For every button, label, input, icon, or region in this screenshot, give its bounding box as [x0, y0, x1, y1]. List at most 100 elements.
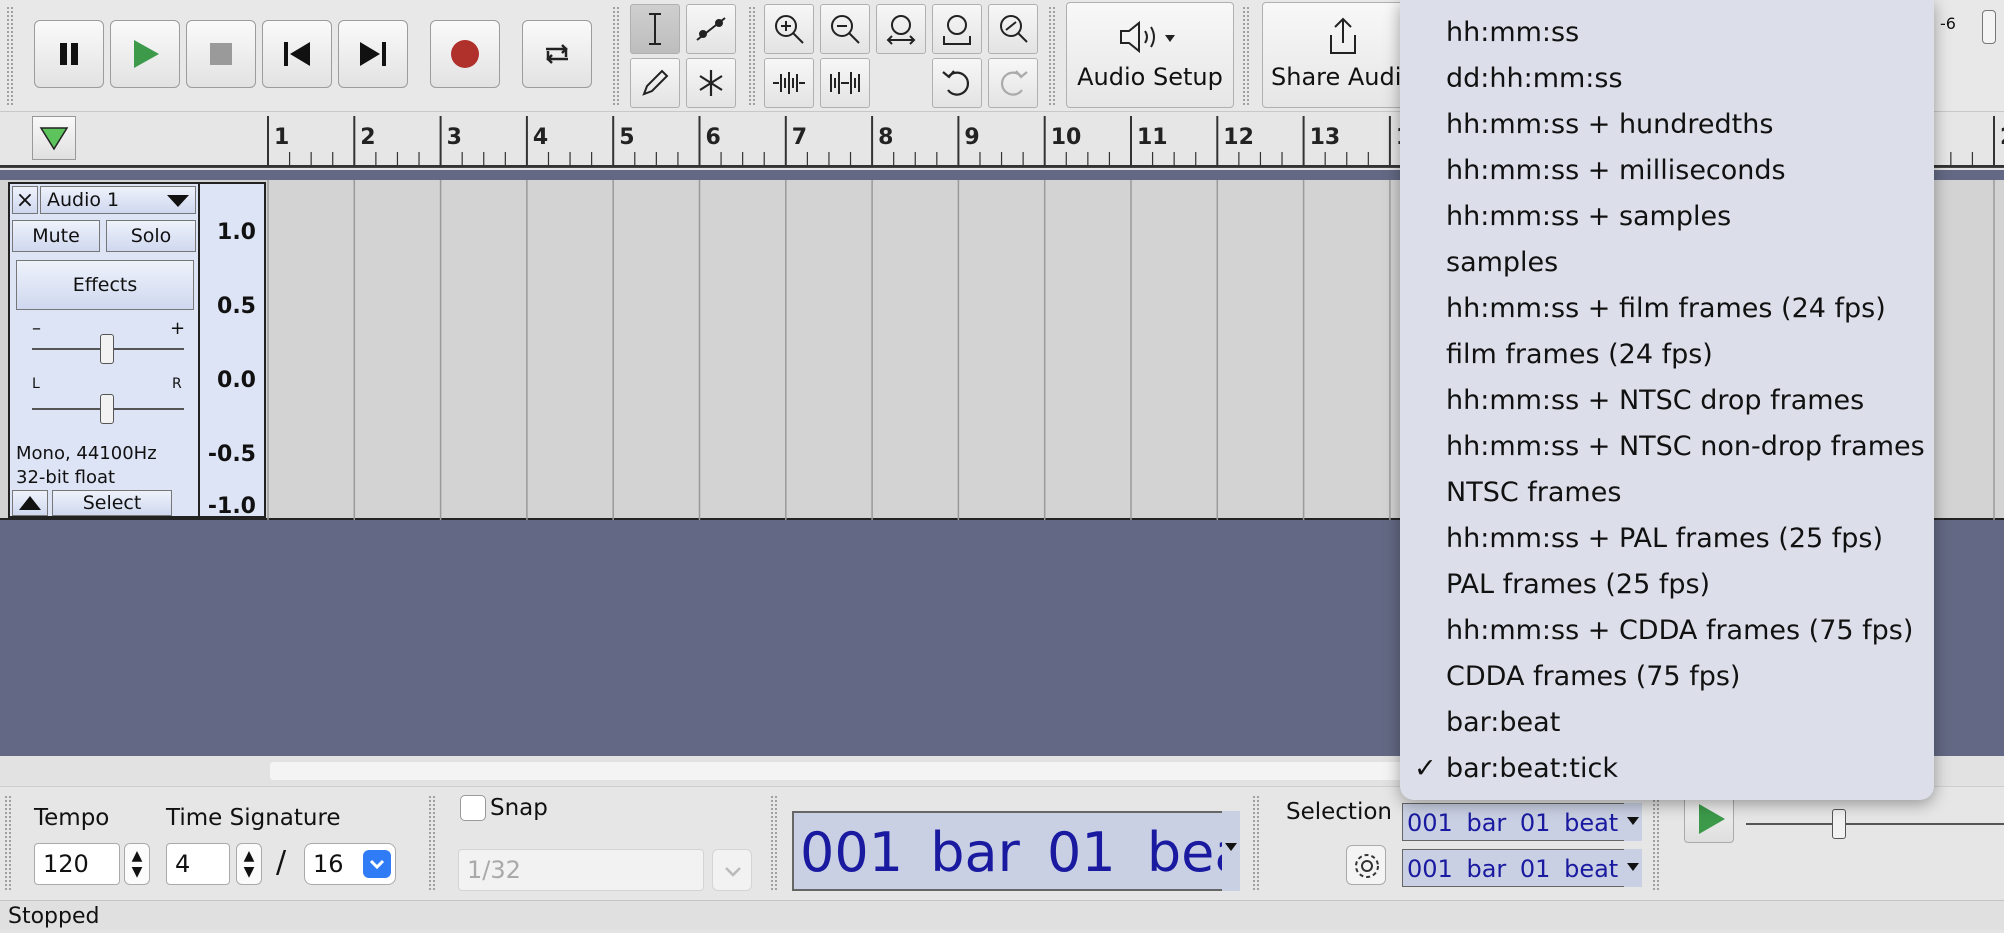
menu-item[interactable]: hh:mm:ss + NTSC non-drop frames: [1400, 424, 1934, 470]
selection-settings-button[interactable]: [1346, 845, 1386, 885]
bottom-toolbar: Tempo 120 ▲ ▼ Time Signature 4 ▲ ▼ / 16 Sn…: [0, 786, 2004, 900]
chevron-down-icon: [1627, 863, 1639, 871]
menu-item[interactable]: ✓ bar:beat:tick: [1400, 746, 1934, 792]
pan-slider-thumb[interactable]: [100, 394, 114, 424]
time-signature-label: Time Signature: [166, 805, 341, 831]
solo-button[interactable]: Solo: [106, 220, 196, 252]
snap-to-select[interactable]: 1/32: [458, 849, 704, 891]
toolbar-grip[interactable]: [428, 795, 436, 892]
loop-button[interactable]: [522, 20, 592, 88]
toolbar-grip[interactable]: [1652, 795, 1660, 892]
selection-end-field[interactable]: 001 bar 01 beat: [1402, 849, 1642, 887]
play-speed-slider-thumb[interactable]: [1832, 809, 1846, 839]
gain-slider-thumb[interactable]: [100, 334, 114, 364]
snap-checkbox[interactable]: [460, 795, 486, 821]
skip-to-start-button[interactable]: [262, 20, 332, 88]
menu-item[interactable]: PAL frames (25 fps): [1400, 562, 1934, 608]
silence-button[interactable]: [820, 58, 870, 108]
sel-start-beat-word: beat: [1564, 809, 1619, 837]
menu-item[interactable]: NTSC frames: [1400, 470, 1934, 516]
toolbar-grip[interactable]: [748, 6, 756, 105]
trim-button[interactable]: [764, 58, 814, 108]
selection-start-field[interactable]: 001 bar 01 beat: [1402, 803, 1642, 841]
menu-item-label: hh:mm:ss + CDDA frames (75 fps): [1446, 615, 1914, 646]
tempo-field[interactable]: 120: [34, 843, 120, 885]
pause-button[interactable]: [34, 20, 104, 88]
toolbar-grip[interactable]: [1048, 6, 1056, 105]
audio-setup-button[interactable]: Audio Setup: [1066, 2, 1234, 108]
redo-button[interactable]: [988, 58, 1038, 108]
menu-item-label: dd:hh:mm:ss: [1446, 63, 1623, 94]
time-beat-number: 01: [1047, 821, 1116, 884]
fit-selection-button[interactable]: [876, 4, 926, 54]
menu-item[interactable]: hh:mm:ss: [1400, 10, 1934, 56]
menu-item[interactable]: hh:mm:ss + milliseconds: [1400, 148, 1934, 194]
collapse-track-button[interactable]: [12, 490, 48, 516]
toolbar-grip[interactable]: [6, 6, 14, 105]
time-signature-upper-field[interactable]: 4: [166, 843, 230, 885]
menu-item[interactable]: dd:hh:mm:ss: [1400, 56, 1934, 102]
track-control-panel: × Audio 1 Mute Solo Effects – + L R Mono…: [8, 182, 200, 518]
fit-project-button[interactable]: [932, 4, 982, 54]
tempo-label: Tempo: [34, 805, 110, 831]
skip-to-end-button[interactable]: [338, 20, 408, 88]
menu-item[interactable]: hh:mm:ss + PAL frames (25 fps): [1400, 516, 1934, 562]
play-at-speed-button[interactable]: [1684, 793, 1734, 843]
selection-end-format-arrow[interactable]: [1624, 849, 1642, 887]
toolbar-grip[interactable]: [770, 795, 778, 892]
menu-item-label: hh:mm:ss + NTSC non-drop frames: [1446, 431, 1925, 462]
selection-tool[interactable]: [630, 4, 680, 54]
stepper-down-icon: ▼: [243, 864, 255, 880]
menu-item[interactable]: samples: [1400, 240, 1934, 286]
play-speed-slider-track[interactable]: [1746, 823, 2004, 825]
menu-item[interactable]: bar:beat: [1400, 700, 1934, 746]
menu-item[interactable]: hh:mm:ss + CDDA frames (75 fps): [1400, 608, 1934, 654]
effects-button[interactable]: Effects: [16, 260, 194, 310]
stepper-up-icon: ▲: [131, 848, 143, 864]
time-display[interactable]: 001 bar 01 beat: [792, 811, 1240, 891]
share-audio-button[interactable]: Share Audi: [1262, 2, 1422, 108]
meter-slider-thumb[interactable]: [1982, 10, 1996, 44]
track-name-menu[interactable]: Audio 1: [40, 186, 196, 214]
menu-item[interactable]: hh:mm:ss + NTSC drop frames: [1400, 378, 1934, 424]
audio-setup-label: Audio Setup: [1077, 63, 1223, 91]
time-display-format-arrow[interactable]: [1222, 811, 1240, 891]
toolbar-grip[interactable]: [1242, 6, 1250, 105]
stop-button[interactable]: [186, 20, 256, 88]
selection-start-format-arrow[interactable]: [1624, 803, 1642, 841]
time-signature-stepper[interactable]: ▲ ▼: [236, 843, 262, 885]
time-signature-lower-select[interactable]: 16: [304, 843, 396, 885]
menu-item[interactable]: CDDA frames (75 fps): [1400, 654, 1934, 700]
toolbar-grip[interactable]: [612, 6, 620, 105]
record-button[interactable]: [430, 20, 500, 88]
scrollbar-thumb[interactable]: [270, 762, 1450, 780]
play-button[interactable]: [110, 20, 180, 88]
toolbar-grip[interactable]: [1252, 795, 1260, 892]
pan-right-label: R: [172, 376, 182, 392]
menu-item[interactable]: hh:mm:ss + film frames (24 fps): [1400, 286, 1934, 332]
select-chevron-icon: [363, 850, 391, 878]
zoom-out-button[interactable]: [820, 4, 870, 54]
draw-tool[interactable]: [630, 58, 680, 108]
zoom-toggle-button[interactable]: [988, 4, 1038, 54]
ruler-label: 21: [2000, 125, 2004, 150]
menu-item[interactable]: film frames (24 fps): [1400, 332, 1934, 378]
menu-item[interactable]: hh:mm:ss + samples: [1400, 194, 1934, 240]
tempo-stepper[interactable]: ▲ ▼: [124, 843, 150, 885]
menu-item[interactable]: hh:mm:ss + hundredths: [1400, 102, 1934, 148]
multi-tool[interactable]: [686, 58, 736, 108]
envelope-icon: [696, 17, 726, 41]
toolbar-grip[interactable]: [4, 795, 12, 892]
chevron-down-icon: [1225, 843, 1237, 851]
play-icon: [1699, 804, 1725, 834]
mute-button[interactable]: Mute: [12, 220, 100, 252]
close-track-button[interactable]: ×: [12, 186, 38, 214]
ruler-label: 5: [619, 125, 634, 150]
envelope-tool[interactable]: [686, 4, 736, 54]
menu-item-label: hh:mm:ss + PAL frames (25 fps): [1446, 523, 1884, 554]
sel-start-bar-word: bar: [1466, 809, 1507, 837]
zoom-in-button[interactable]: [764, 4, 814, 54]
undo-button[interactable]: [932, 58, 982, 108]
snap-select-arrow[interactable]: [712, 849, 752, 891]
select-track-button[interactable]: Select: [52, 490, 172, 516]
